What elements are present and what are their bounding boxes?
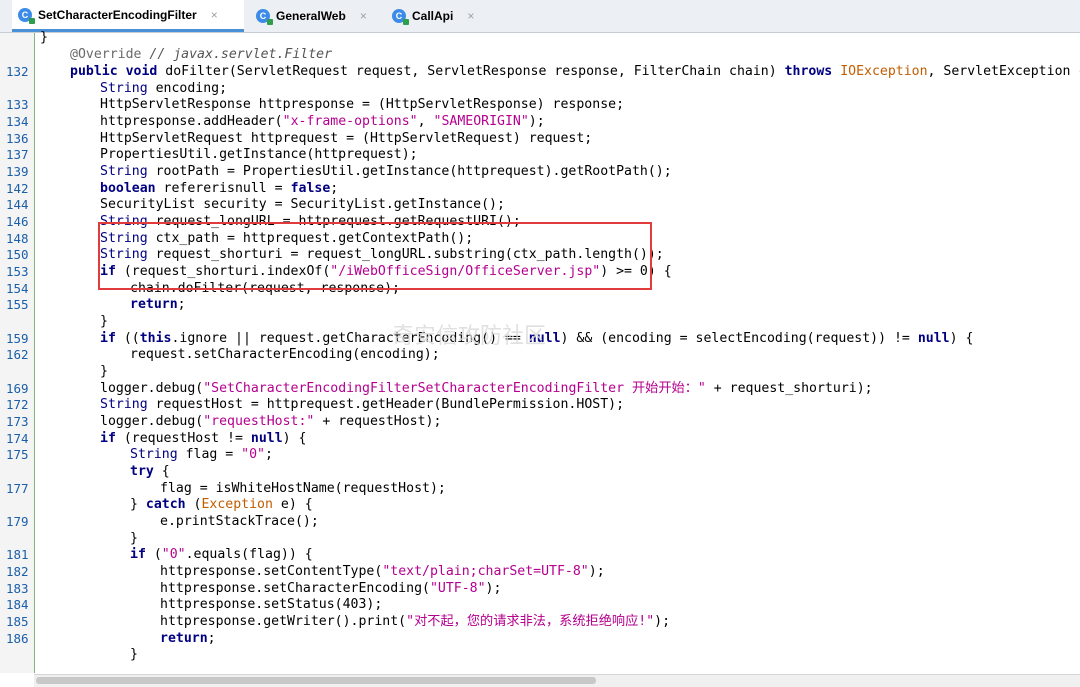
code-line: } xyxy=(130,647,138,662)
line-number: 155 xyxy=(6,297,29,312)
line-number: 144 xyxy=(6,197,29,212)
code-line: } xyxy=(130,531,138,546)
line-number: 154 xyxy=(6,281,29,296)
code-line: httpresponse.setCharacterEncoding("UTF-8… xyxy=(160,581,502,596)
code-line: HttpServletResponse httpresponse = (Http… xyxy=(100,97,625,112)
line-number: 177 xyxy=(6,481,29,496)
code-line: logger.debug("requestHost:" + requestHos… xyxy=(100,414,442,429)
code-line: try { xyxy=(130,464,170,479)
line-number: 162 xyxy=(6,347,29,362)
code-line: HttpServletRequest httprequest = (HttpSe… xyxy=(100,131,593,146)
code-line: logger.debug("SetCharacterEncodingFilter… xyxy=(100,381,873,396)
code-line: httpresponse.addHeader("x-frame-options"… xyxy=(100,114,545,129)
line-number: 153 xyxy=(6,264,29,279)
code-line: return; xyxy=(130,297,186,312)
code-line: httpresponse.getWriter().print("对不起，您的请求… xyxy=(160,614,671,629)
line-number: 133 xyxy=(6,97,29,112)
line-number: 139 xyxy=(6,164,29,179)
tab-setcharacterencodingfilter[interactable]: C SetCharacterEncodingFilter × xyxy=(12,0,244,32)
line-number: 159 xyxy=(6,331,29,346)
close-icon[interactable]: × xyxy=(360,9,367,23)
line-number: 136 xyxy=(6,131,29,146)
tab-label: CallApi xyxy=(412,9,454,23)
tab-label: SetCharacterEncodingFilter xyxy=(38,7,197,22)
line-number: 146 xyxy=(6,214,29,229)
code-line: } xyxy=(100,364,108,379)
line-number: 134 xyxy=(6,114,29,129)
code-line: String requestHost = httprequest.getHead… xyxy=(100,397,625,412)
code-line: } catch (Exception e) { xyxy=(130,497,313,512)
code-line: e.printStackTrace(); xyxy=(160,514,319,529)
close-icon[interactable]: × xyxy=(467,9,474,23)
tab-label: GeneralWeb xyxy=(276,9,346,23)
line-number: 182 xyxy=(6,564,29,579)
code-line: public void doFilter(ServletRequest requ… xyxy=(70,64,1080,79)
java-class-icon: C xyxy=(18,7,35,24)
line-number: 150 xyxy=(6,247,29,262)
code-line: } xyxy=(40,30,48,45)
editor-tab-bar: C SetCharacterEncodingFilter × C General… xyxy=(0,0,1080,33)
line-number: 183 xyxy=(6,581,29,596)
line-number: 186 xyxy=(6,631,29,646)
line-number: 181 xyxy=(6,547,29,562)
code-line: } xyxy=(100,314,108,329)
code-line: flag = isWhiteHostName(requestHost); xyxy=(160,481,446,496)
line-number: 148 xyxy=(6,231,29,246)
line-number: 169 xyxy=(6,381,29,396)
line-number: 172 xyxy=(6,397,29,412)
code-line: String rootPath = PropertiesUtil.getInst… xyxy=(100,164,672,179)
code-line: String flag = "0"; xyxy=(130,447,273,462)
code-line: if (requestHost != null) { xyxy=(100,431,307,446)
line-number: 185 xyxy=(6,614,29,629)
line-number: 137 xyxy=(6,147,29,162)
line-number: 132 xyxy=(6,64,29,79)
code-line: boolean refererisnull = false; xyxy=(100,181,339,196)
line-number: 173 xyxy=(6,414,29,429)
line-number: 184 xyxy=(6,597,29,612)
line-number: 175 xyxy=(6,447,29,462)
java-class-icon: C xyxy=(392,9,409,25)
code-line: @Override // javax.servlet.Filter xyxy=(70,47,333,62)
scrollbar-thumb[interactable] xyxy=(36,677,596,684)
code-line: if ("0".equals(flag)) { xyxy=(130,547,313,562)
line-number: 174 xyxy=(6,431,29,446)
tab-generalweb[interactable]: C GeneralWeb × xyxy=(256,0,378,32)
horizontal-scrollbar[interactable] xyxy=(34,674,1080,687)
code-line: return; xyxy=(160,631,216,646)
code-line: String encoding; xyxy=(100,81,228,96)
line-number: 179 xyxy=(6,514,29,529)
code-line: httpresponse.setStatus(403); xyxy=(160,597,383,612)
code-line: SecurityList security = SecurityList.get… xyxy=(100,197,505,212)
tab-callapi[interactable]: C CallApi × xyxy=(392,0,492,32)
line-number: 142 xyxy=(6,181,29,196)
highlight-box xyxy=(98,222,652,290)
watermark: 奇安信攻防社区 xyxy=(392,324,547,349)
code-line: httpresponse.setContentType("text/plain;… xyxy=(160,564,605,579)
java-class-icon: C xyxy=(256,9,273,25)
close-icon[interactable]: × xyxy=(211,8,218,22)
code-line: PropertiesUtil.getInstance(httprequest); xyxy=(100,147,418,162)
